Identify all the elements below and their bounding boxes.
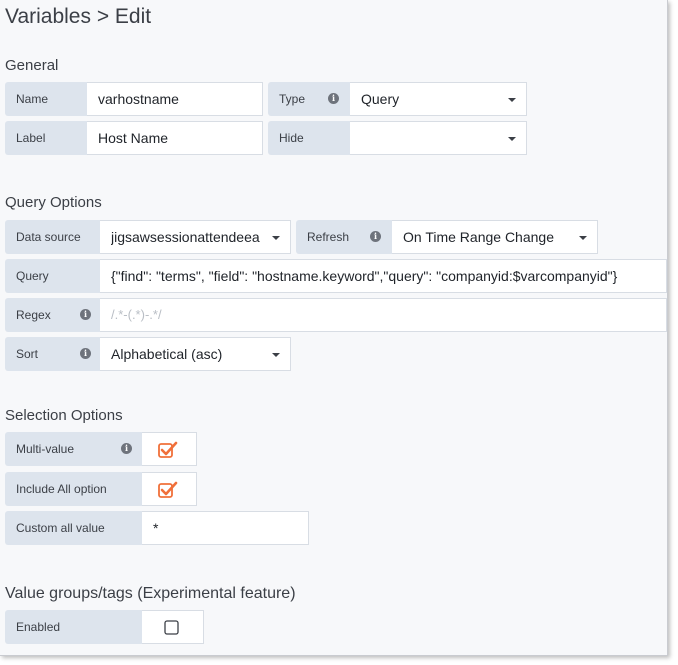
query-label: Query bbox=[5, 259, 100, 293]
info-icon[interactable]: i bbox=[328, 93, 339, 104]
info-icon[interactable]: i bbox=[370, 231, 381, 242]
regex-label: Regex i bbox=[5, 298, 100, 332]
sort-select[interactable]: Alphabetical (asc) bbox=[100, 337, 291, 371]
label-input[interactable]: Host Name bbox=[87, 121, 263, 155]
variable-editor-panel: Variables > Edit General Name varhostnam… bbox=[0, 0, 668, 656]
regex-input[interactable]: /.*-(.*)-.*/ bbox=[100, 298, 667, 332]
label-label: Label bbox=[5, 121, 87, 155]
include-all-checkbox[interactable] bbox=[142, 472, 197, 506]
refresh-select[interactable]: On Time Range Change bbox=[392, 220, 598, 254]
caret-down-icon bbox=[272, 236, 280, 240]
sort-label: Sort i bbox=[5, 337, 100, 371]
query-input[interactable]: {"find": "terms", "field": "hostname.key… bbox=[100, 259, 667, 293]
enabled-label: Enabled bbox=[5, 610, 142, 644]
section-general-heading: General bbox=[5, 57, 59, 74]
refresh-label: Refresh i bbox=[296, 220, 392, 254]
enabled-checkbox[interactable] bbox=[142, 610, 204, 644]
info-icon[interactable]: i bbox=[80, 309, 91, 320]
multivalue-checkbox[interactable] bbox=[142, 432, 197, 466]
type-label: Type i bbox=[268, 82, 350, 116]
page-title: Variables > Edit bbox=[5, 5, 152, 28]
checkmark-icon bbox=[158, 441, 178, 458]
caret-down-icon bbox=[272, 353, 280, 357]
caret-down-icon bbox=[508, 137, 516, 141]
datasource-label: Data source bbox=[5, 220, 100, 254]
caret-down-icon bbox=[508, 98, 516, 102]
datasource-select[interactable]: jigsawsessionattendeea bbox=[100, 220, 291, 254]
caret-down-icon bbox=[579, 236, 587, 240]
name-label: Name bbox=[5, 82, 87, 116]
checkmark-icon bbox=[158, 481, 178, 498]
checkbox-empty-icon bbox=[164, 620, 179, 635]
section-query-options-heading: Query Options bbox=[5, 194, 102, 211]
name-input[interactable]: varhostname bbox=[87, 82, 263, 116]
info-icon[interactable]: i bbox=[121, 443, 132, 454]
custom-all-label: Custom all value bbox=[5, 511, 142, 545]
multivalue-label: Multi-value i bbox=[5, 432, 142, 466]
section-selection-options-heading: Selection Options bbox=[5, 407, 123, 424]
custom-all-input[interactable]: * bbox=[142, 511, 309, 545]
hide-label: Hide bbox=[268, 121, 350, 155]
type-select[interactable]: Query bbox=[350, 82, 527, 116]
include-all-label: Include All option bbox=[5, 472, 142, 506]
section-value-groups-heading: Value groups/tags (Experimental feature) bbox=[5, 585, 296, 602]
hide-select[interactable] bbox=[350, 121, 527, 155]
info-icon[interactable]: i bbox=[80, 348, 91, 359]
